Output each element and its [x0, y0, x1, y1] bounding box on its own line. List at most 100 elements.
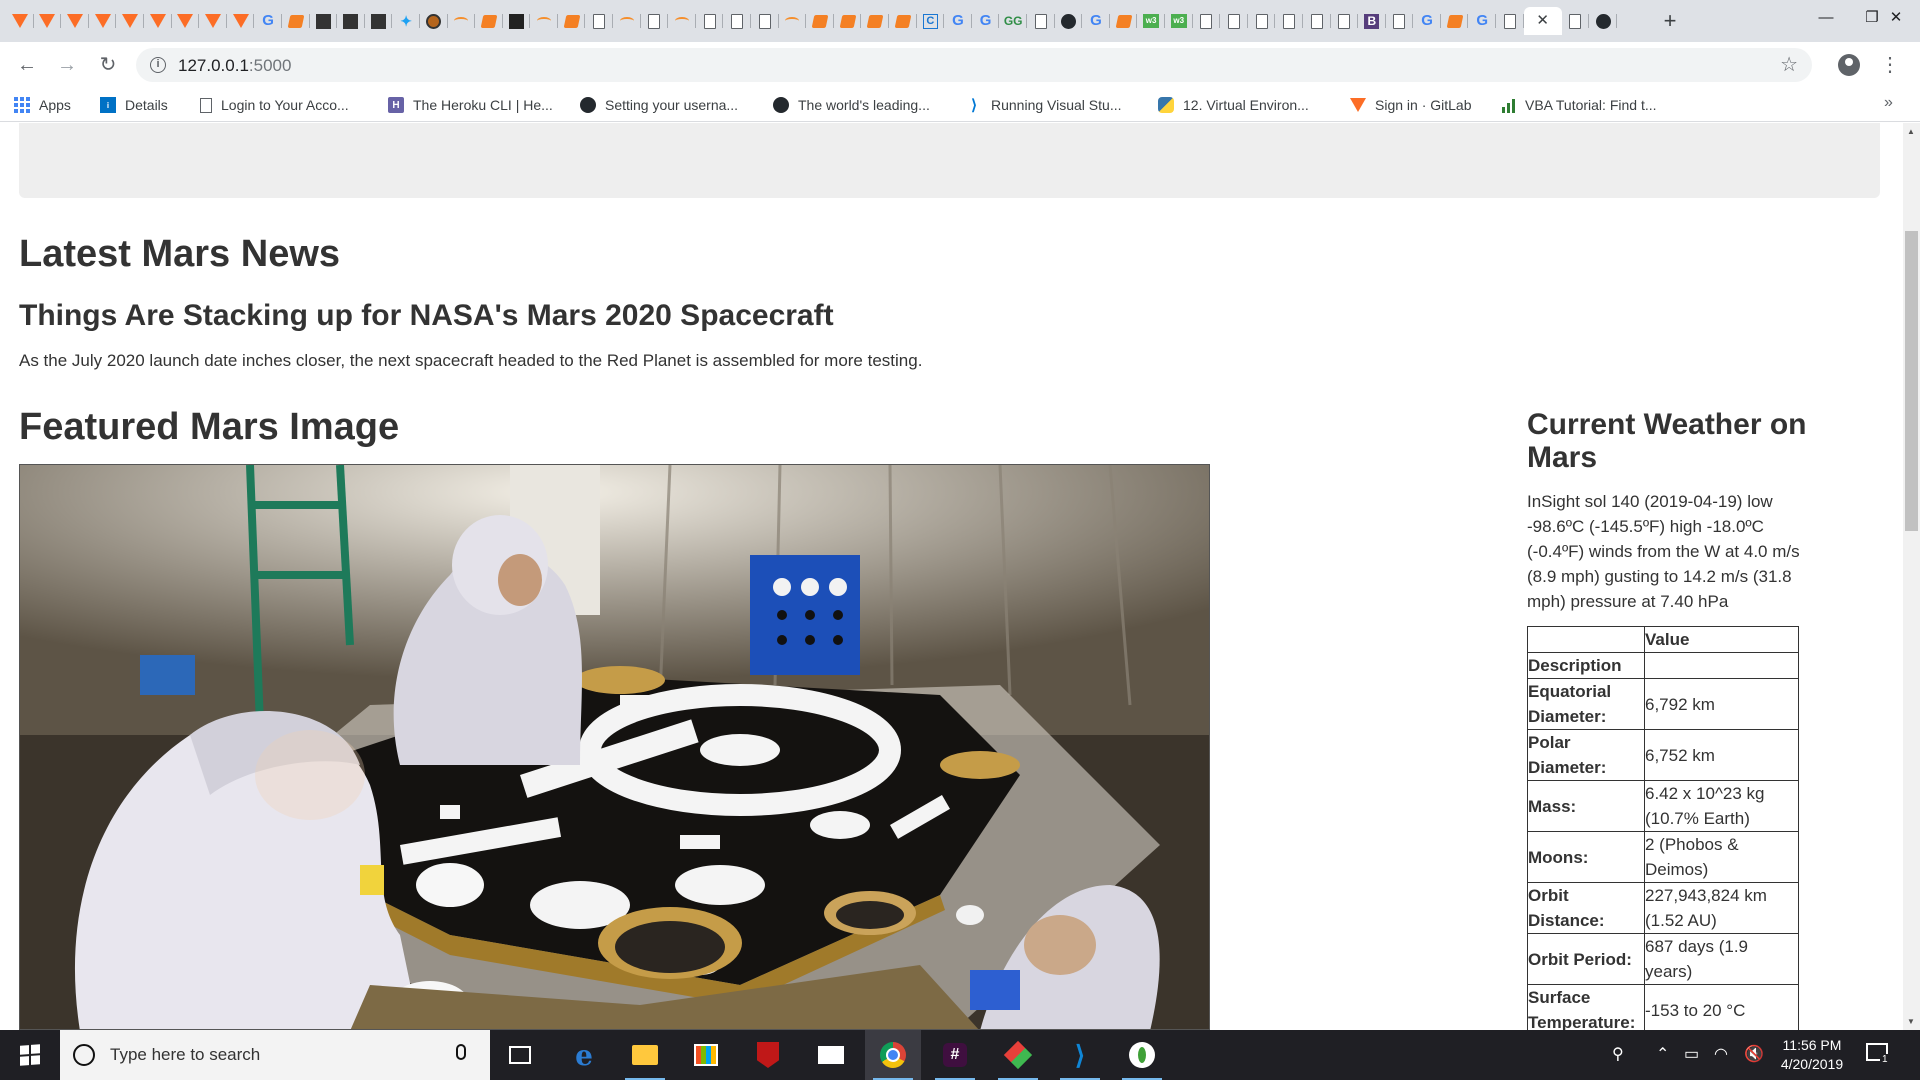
browser-tab-active[interactable]: ✕: [1523, 7, 1562, 35]
browser-tab[interactable]: [1386, 7, 1414, 35]
browser-tab[interactable]: [530, 7, 558, 35]
taskbar-app-button[interactable]: e: [556, 1030, 612, 1080]
browser-tab[interactable]: [448, 7, 476, 35]
browser-tab[interactable]: [806, 7, 834, 35]
browser-tab[interactable]: [199, 7, 227, 35]
browser-tab[interactable]: B: [1358, 7, 1386, 35]
browser-tab[interactable]: G: [1468, 7, 1496, 35]
battery-icon[interactable]: ▭: [1684, 1044, 1699, 1064]
taskbar-search-box[interactable]: Type here to search: [60, 1030, 490, 1080]
taskbar-app-button[interactable]: [740, 1030, 796, 1080]
scrollbar-thumb[interactable]: [1905, 231, 1918, 531]
wifi-icon[interactable]: ◠: [1714, 1044, 1728, 1064]
browser-tab[interactable]: [365, 7, 393, 35]
taskbar-app-button[interactable]: ⟩: [1052, 1030, 1108, 1080]
browser-tab[interactable]: [1562, 7, 1590, 35]
browser-tab[interactable]: [6, 7, 34, 35]
browser-tab[interactable]: [34, 7, 62, 35]
bookmark-item[interactable]: H The Heroku CLI | He...: [388, 95, 553, 115]
start-button[interactable]: [0, 1030, 60, 1080]
account-icon[interactable]: [1838, 54, 1860, 76]
browser-tab[interactable]: [1275, 7, 1303, 35]
browser-tab[interactable]: [475, 7, 503, 35]
site-info-icon[interactable]: i: [150, 57, 166, 73]
browser-tab[interactable]: [613, 7, 641, 35]
browser-tab[interactable]: [1220, 7, 1248, 35]
browser-tab[interactable]: [310, 7, 338, 35]
browser-tab[interactable]: w3: [1137, 7, 1165, 35]
browser-tab[interactable]: G: [1082, 7, 1110, 35]
cortana-icon[interactable]: [73, 1044, 95, 1066]
browser-tab[interactable]: [1303, 7, 1331, 35]
close-window-button[interactable]: ✕: [1872, 0, 1920, 36]
taskbar-app-button[interactable]: [990, 1030, 1046, 1080]
taskbar-app-button[interactable]: [492, 1030, 548, 1080]
browser-tab[interactable]: [172, 7, 200, 35]
browser-tab[interactable]: [1027, 7, 1055, 35]
browser-tab[interactable]: [89, 7, 117, 35]
browser-tab[interactable]: [1496, 7, 1524, 35]
bookmark-item[interactable]: VBA Tutorial: Find t...: [1500, 95, 1657, 115]
taskbar-clock[interactable]: 11:56 PM 4/20/2019: [1768, 1036, 1856, 1074]
browser-tab[interactable]: w3: [1165, 7, 1193, 35]
minimize-button[interactable]: —: [1803, 0, 1849, 36]
chrome-menu-icon[interactable]: ⋮: [1880, 52, 1900, 78]
bookmark-item[interactable]: Apps: [14, 95, 71, 115]
browser-tab[interactable]: [227, 7, 255, 35]
bookmark-item[interactable]: Setting your userna...: [580, 95, 738, 115]
browser-tab[interactable]: G: [1413, 7, 1441, 35]
browser-tab[interactable]: [420, 7, 448, 35]
browser-tab[interactable]: [696, 7, 724, 35]
browser-tab[interactable]: [641, 7, 669, 35]
browser-tab[interactable]: [1055, 7, 1083, 35]
browser-tab[interactable]: G: [254, 7, 282, 35]
browser-tab[interactable]: [585, 7, 613, 35]
scroll-down-arrow-icon[interactable]: ▼: [1907, 1017, 1915, 1026]
taskbar-app-button[interactable]: [803, 1030, 859, 1080]
taskbar-app-button[interactable]: [617, 1030, 673, 1080]
new-tab-button[interactable]: +: [1656, 7, 1684, 35]
bookmarks-overflow-button[interactable]: »: [1884, 94, 1893, 112]
browser-tab[interactable]: [337, 7, 365, 35]
browser-tab[interactable]: G: [972, 7, 1000, 35]
page-scrollbar[interactable]: ▲ ▼: [1903, 123, 1920, 1030]
browser-tab[interactable]: G: [944, 7, 972, 35]
reload-button[interactable]: ↻: [93, 50, 123, 80]
browser-tab[interactable]: [558, 7, 586, 35]
browser-tab[interactable]: ✦: [392, 7, 420, 35]
browser-tab[interactable]: [1331, 7, 1359, 35]
bookmark-item[interactable]: 12. Virtual Environ...: [1158, 95, 1309, 115]
browser-tab[interactable]: [1110, 7, 1138, 35]
volume-muted-icon[interactable]: 🔇: [1744, 1044, 1764, 1064]
browser-tab[interactable]: [144, 7, 172, 35]
bookmark-item[interactable]: Login to Your Acco...: [200, 95, 349, 115]
address-bar[interactable]: i 127.0.0.1:5000 ☆: [136, 48, 1812, 82]
browser-tab[interactable]: [1193, 7, 1221, 35]
browser-tab[interactable]: [723, 7, 751, 35]
forward-button[interactable]: →: [52, 50, 82, 80]
people-icon[interactable]: ⚲: [1612, 1044, 1624, 1064]
browser-tab[interactable]: [1248, 7, 1276, 35]
url-text[interactable]: 127.0.0.1:5000: [178, 56, 291, 76]
bookmark-item[interactable]: ⟩ Running Visual Stu...: [966, 95, 1121, 115]
chevron-up-icon[interactable]: ⌃: [1656, 1044, 1669, 1064]
scroll-up-arrow-icon[interactable]: ▲: [1907, 127, 1915, 136]
taskbar-app-button[interactable]: [1114, 1030, 1170, 1080]
browser-tab[interactable]: [779, 7, 807, 35]
microphone-icon[interactable]: [456, 1044, 466, 1060]
browser-tab[interactable]: [61, 7, 89, 35]
bookmark-star-icon[interactable]: ☆: [1780, 52, 1798, 77]
bookmark-item[interactable]: Sign in · GitLab: [1350, 95, 1472, 115]
browser-tab[interactable]: [889, 7, 917, 35]
bookmark-item[interactable]: i Details: [100, 95, 168, 115]
browser-tab[interactable]: [1441, 7, 1469, 35]
taskbar-app-button[interactable]: [678, 1030, 734, 1080]
bookmark-item[interactable]: The world's leading...: [773, 95, 930, 115]
taskbar-app-button[interactable]: [865, 1030, 921, 1080]
browser-tab[interactable]: [751, 7, 779, 35]
browser-tab[interactable]: GG: [999, 7, 1027, 35]
taskbar-app-button[interactable]: #: [927, 1030, 983, 1080]
close-icon[interactable]: ✕: [1535, 13, 1551, 29]
browser-tab[interactable]: [116, 7, 144, 35]
browser-tab[interactable]: [861, 7, 889, 35]
